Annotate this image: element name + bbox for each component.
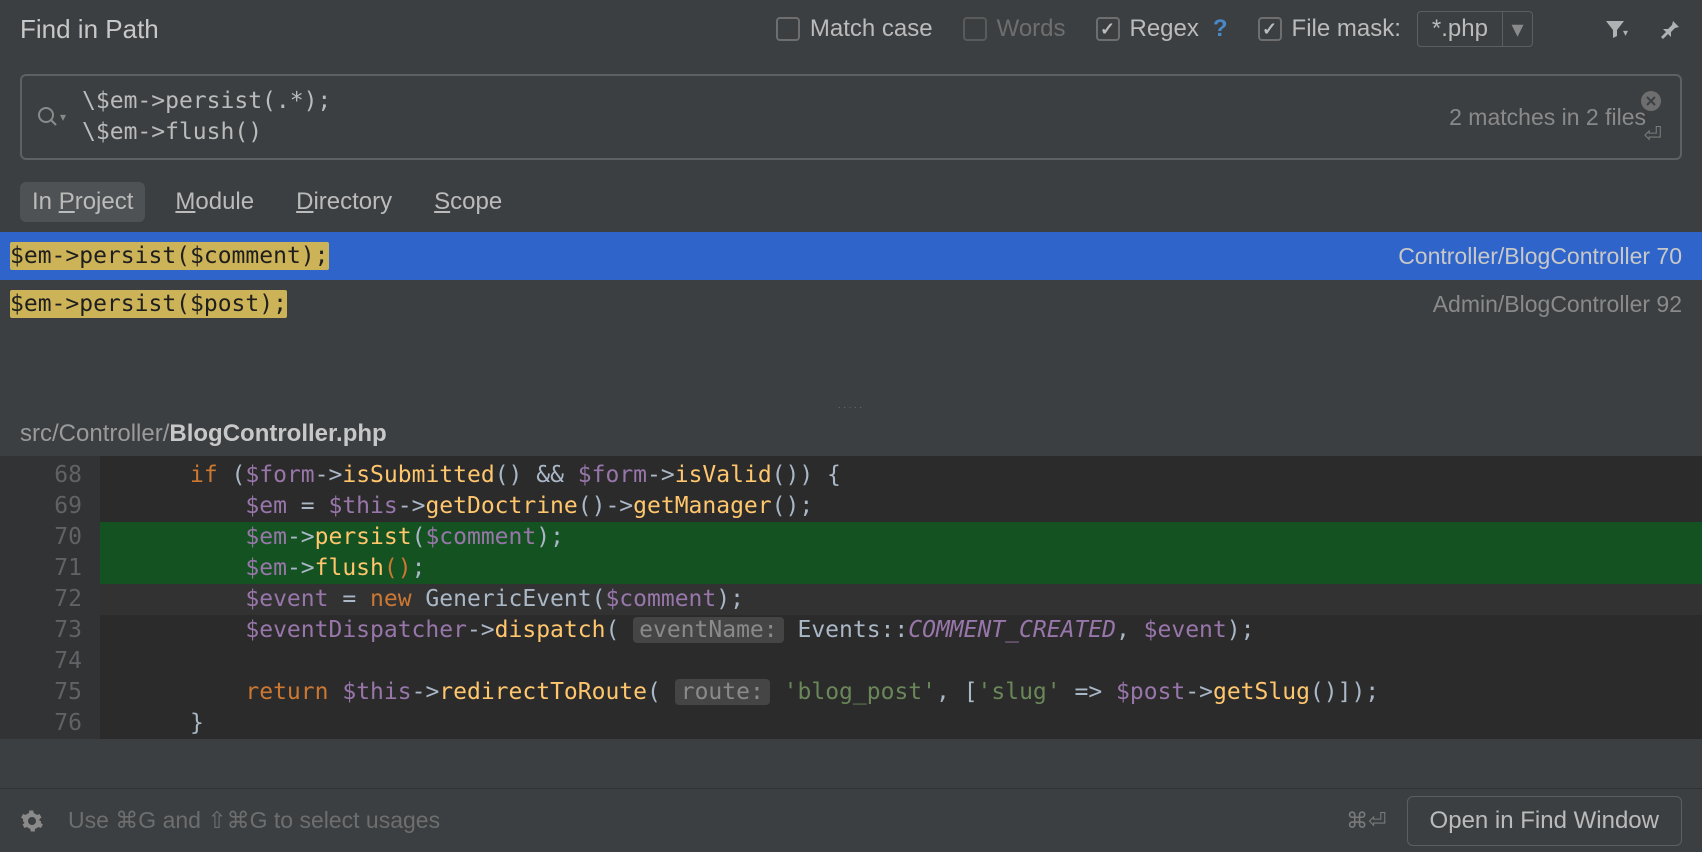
code-line: } <box>100 708 1702 739</box>
footer-shortcut: ⌘⏎ <box>1346 808 1386 834</box>
result-row[interactable]: $em->persist($comment); Controller/BlogC… <box>0 232 1702 280</box>
result-row[interactable]: $em->persist($post); Admin/BlogControlle… <box>0 280 1702 328</box>
checkbox-icon[interactable] <box>963 17 987 41</box>
code-line: $em->persist($comment); <box>100 522 1702 553</box>
code-line: return $this->redirectToRoute( route: 'b… <box>100 677 1702 708</box>
tab-module[interactable]: Module <box>163 182 266 222</box>
chevron-down-icon[interactable]: ▾ <box>60 110 66 124</box>
code-line: $event = new GenericEvent($comment); <box>100 584 1702 615</box>
result-match: $em->persist($post); <box>10 291 1433 317</box>
preview-file-path: src/Controller/BlogController.php <box>0 414 1702 456</box>
filter-button[interactable]: ▾ <box>1603 17 1628 41</box>
words-option[interactable]: Words <box>963 15 1066 43</box>
regex-label: Regex <box>1130 15 1199 43</box>
result-match: $em->persist($comment); <box>10 243 1398 269</box>
tab-in-project[interactable]: In Project <box>20 182 145 222</box>
words-label: Words <box>997 15 1066 43</box>
search-input-box[interactable]: ▾ \$em->persist(.*); \$em->flush() 2 mat… <box>20 74 1682 160</box>
tab-scope[interactable]: Scope <box>422 182 514 222</box>
dialog-title: Find in Path <box>20 14 776 45</box>
code-line: if ($form->isSubmitted() && $form->isVal… <box>100 460 1702 491</box>
help-icon[interactable]: ? <box>1213 15 1228 43</box>
tab-directory[interactable]: Directory <box>284 182 404 222</box>
code-line: $em = $this->getDoctrine()->getManager()… <box>100 491 1702 522</box>
enter-icon: ⏎ <box>1644 122 1662 148</box>
regex-option[interactable]: Regex ? <box>1096 15 1228 43</box>
chevron-down-icon: ▾ <box>1623 28 1628 39</box>
code-line: $eventDispatcher->dispatch( eventName: E… <box>100 615 1702 646</box>
pin-icon[interactable] <box>1658 17 1682 41</box>
search-status: 2 matches in 2 files <box>1449 104 1646 131</box>
search-icon[interactable]: ▾ <box>36 105 66 129</box>
gear-icon[interactable] <box>20 809 44 833</box>
results-list: $em->persist($comment); Controller/BlogC… <box>0 232 1702 400</box>
result-location: Admin/BlogController 92 <box>1433 291 1682 318</box>
footer-hint: Use ⌘G and ⇧⌘G to select usages <box>68 807 1346 834</box>
code-line <box>100 646 1702 677</box>
search-input[interactable]: \$em->persist(.*); \$em->flush() <box>82 86 1449 148</box>
checkbox-icon[interactable] <box>1258 17 1282 41</box>
dialog-footer: Use ⌘G and ⇧⌘G to select usages ⌘⏎ Open … <box>0 788 1702 852</box>
splitter-handle[interactable]: ····· <box>0 400 1702 414</box>
scope-tabs: In Project Module Directory Scope <box>0 160 1702 232</box>
gutter: 68 69 70 71 72 73 74 75 76 <box>0 456 100 739</box>
clear-icon[interactable] <box>1640 90 1662 112</box>
file-mask-label: File mask: <box>1292 15 1401 43</box>
checkbox-icon[interactable] <box>776 17 800 41</box>
code-preview[interactable]: 68 69 70 71 72 73 74 75 76 if ($form->is… <box>0 456 1702 739</box>
file-mask-value: *.php <box>1418 15 1502 43</box>
dialog-header: Find in Path Match case Words Regex ? Fi… <box>0 0 1702 58</box>
search-options: Match case Words Regex ? File mask: *.ph… <box>776 11 1682 47</box>
chevron-down-icon[interactable]: ▾ <box>1502 12 1532 46</box>
match-case-option[interactable]: Match case <box>776 15 933 43</box>
result-location: Controller/BlogController 70 <box>1398 243 1682 270</box>
checkbox-icon[interactable] <box>1096 17 1120 41</box>
file-mask-option[interactable]: File mask: *.php ▾ <box>1258 11 1533 47</box>
open-find-window-button[interactable]: Open in Find Window <box>1407 796 1682 846</box>
code-line: $em->flush(); <box>100 553 1702 584</box>
match-case-label: Match case <box>810 15 933 43</box>
code-body[interactable]: if ($form->isSubmitted() && $form->isVal… <box>100 456 1702 739</box>
file-mask-select[interactable]: *.php ▾ <box>1417 11 1533 47</box>
